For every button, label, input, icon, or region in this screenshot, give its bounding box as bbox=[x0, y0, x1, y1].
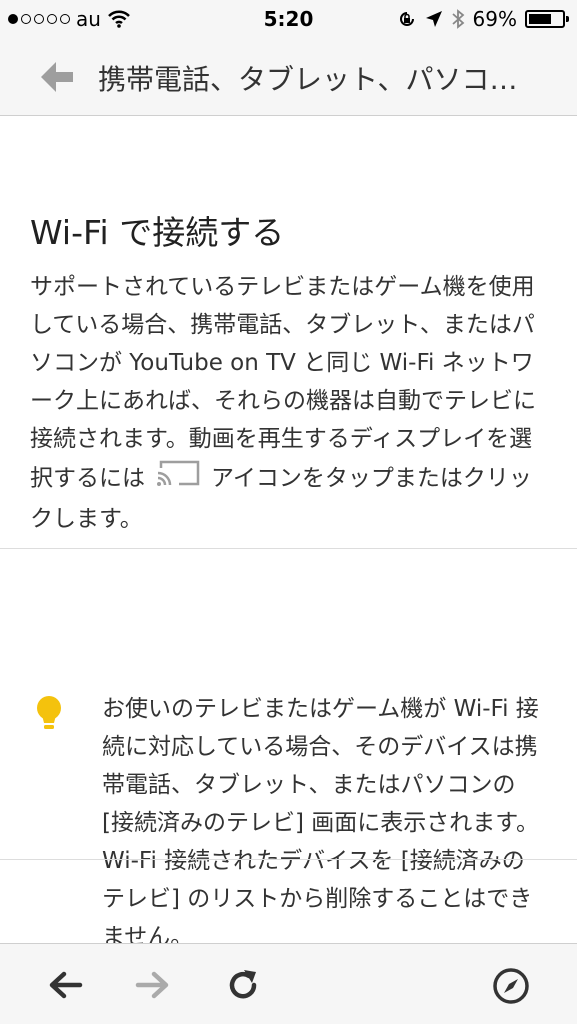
battery-icon bbox=[525, 10, 569, 28]
status-bar: au 5:20 69% bbox=[0, 0, 577, 38]
toolbar-compass-button[interactable] bbox=[491, 966, 529, 1004]
location-icon bbox=[425, 11, 442, 27]
divider bbox=[0, 548, 577, 549]
divider bbox=[0, 859, 577, 860]
cast-icon bbox=[155, 458, 201, 500]
bottom-toolbar bbox=[0, 943, 577, 1024]
toolbar-back-button[interactable] bbox=[46, 966, 84, 1004]
back-arrow-icon bbox=[41, 62, 73, 92]
lightbulb-icon bbox=[37, 696, 61, 729]
battery-percent: 69% bbox=[472, 7, 517, 31]
tip-text: お使いのテレビまたはゲーム機が Wi-Fi 接続に対応している場合、そのデバイス… bbox=[102, 696, 539, 950]
toolbar-forward-button[interactable] bbox=[134, 966, 172, 1004]
app-header: 携帯電話、タブレット、パソコ… bbox=[0, 38, 577, 116]
status-bar-right: 69% bbox=[397, 7, 569, 31]
section-title: Wi-Fi で接続する bbox=[30, 213, 285, 252]
reload-icon bbox=[229, 970, 257, 999]
header-back-button[interactable] bbox=[38, 58, 76, 96]
bluetooth-icon bbox=[451, 9, 464, 29]
section-body: サポートされているテレビまたはゲーム機を使用している場合、携帯電話、タブレット、… bbox=[30, 268, 540, 538]
rotation-lock-icon bbox=[399, 12, 414, 26]
toolbar-reload-button[interactable] bbox=[224, 966, 262, 1004]
body-text-before-icon: サポートされているテレビまたはゲーム機を使用している場合、携帯電話、タブレット、… bbox=[30, 274, 536, 492]
page-title: 携帯電話、タブレット、パソコ… bbox=[98, 63, 518, 96]
compass-icon bbox=[493, 968, 529, 1004]
forward-arrow-icon bbox=[135, 971, 169, 999]
back-arrow-icon bbox=[49, 971, 83, 999]
